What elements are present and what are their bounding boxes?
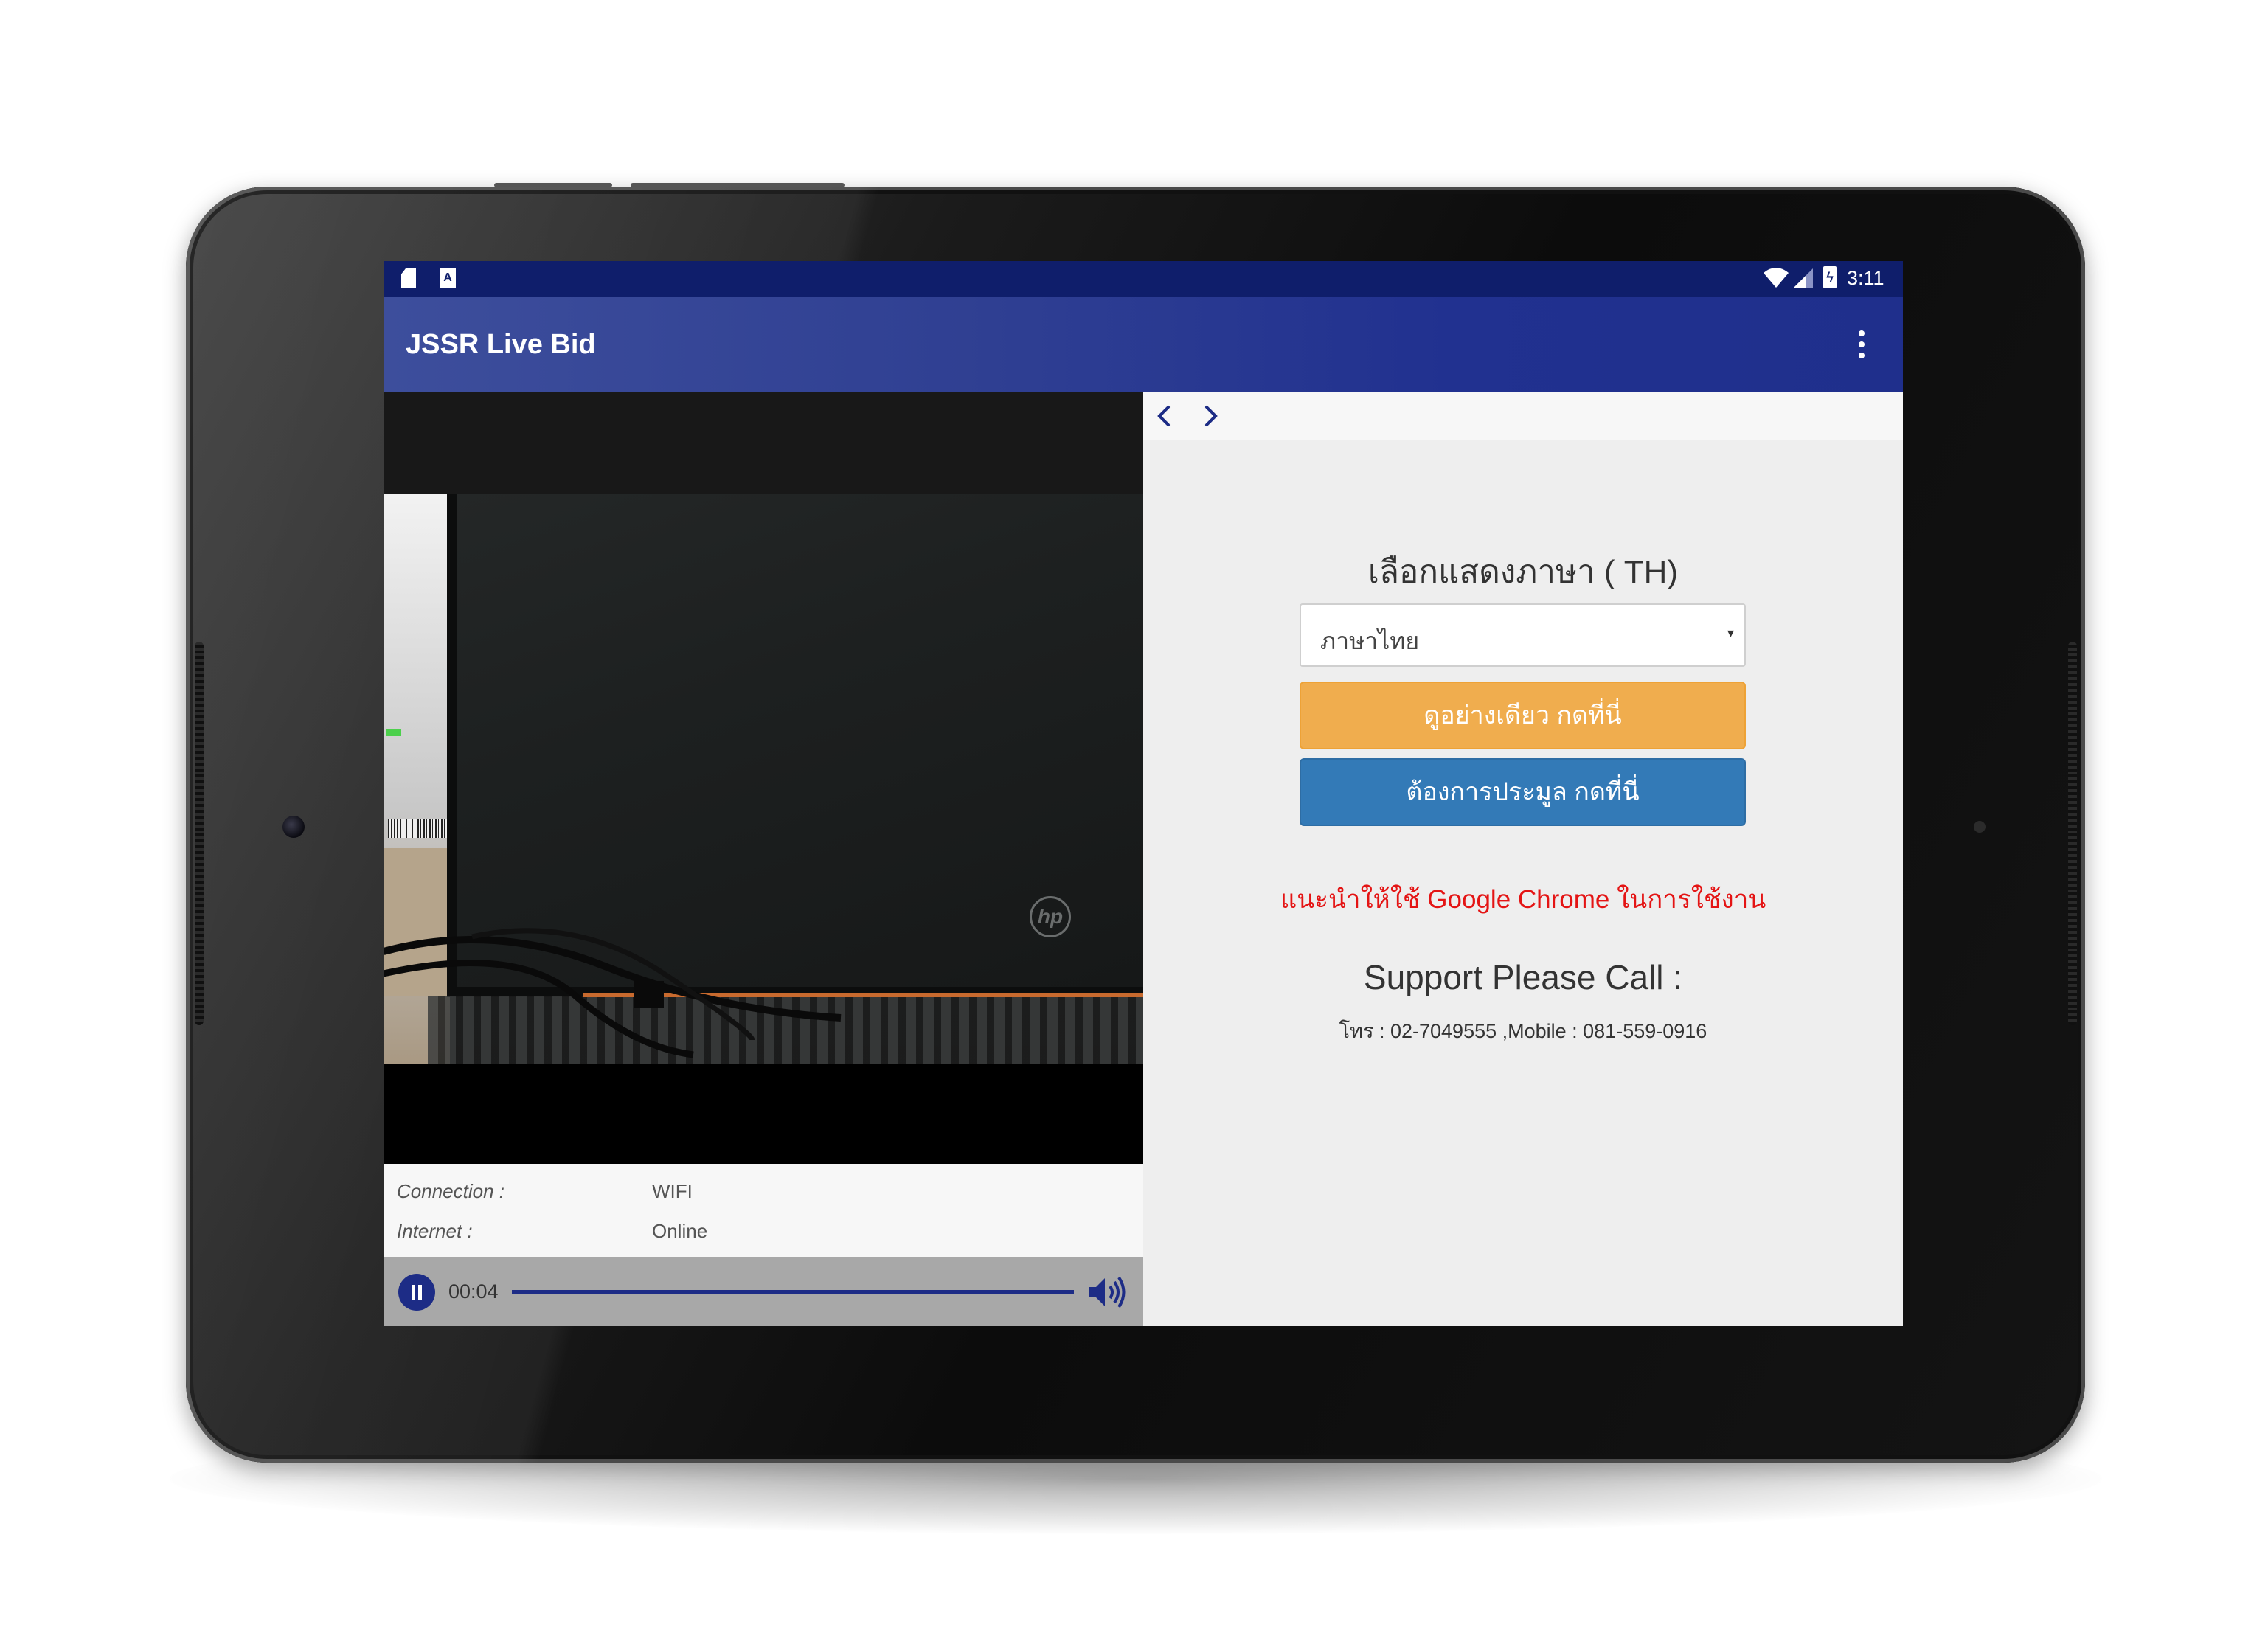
video-panel: hp [384,392,1143,1164]
video-scene-led [386,729,401,736]
light-sensor [1974,821,1986,833]
chevron-left-icon[interactable] [1152,403,1177,429]
support-heading: Support Please Call : [1363,958,1683,996]
speaker-grille-left [195,642,204,1025]
language-select-value: ภาษาไทย [1320,628,1420,654]
internet-label: Internet : [397,1220,473,1242]
app-bar: JSSR Live Bid [384,297,1903,392]
connection-info-panel: Connection : WIFI Internet : Online [384,1164,1143,1257]
chevron-down-icon: ▾ [1727,625,1735,640]
status-clock: 3:11 [1847,267,1884,289]
elapsed-time: 00:04 [448,1280,499,1303]
video-letterbox-top [384,392,1143,494]
connection-value: WIFI [652,1180,693,1202]
browser-recommendation-notice: แนะนำให้ใช้ Google Chrome ในการใช้งาน [1280,885,1766,914]
wifi-icon [1764,268,1789,288]
live-video-feed[interactable]: hp [384,494,1143,1064]
cell-signal-icon [1794,268,1813,288]
power-hardware-button [631,183,845,187]
sd-card-icon [401,268,416,288]
connection-label: Connection : [397,1180,504,1202]
app-title: JSSR Live Bid [406,329,596,360]
pause-icon [412,1285,415,1300]
chevron-right-icon[interactable] [1198,403,1223,429]
volume-icon[interactable] [1086,1275,1127,1310]
video-scene-barcode [388,819,453,838]
web-content-panel: เลือกแสดงภาษา ( TH) ภาษาไทย ▾ ดูอย่างเดี… [1143,392,1903,1326]
language-heading: เลือกแสดงภาษา ( TH) [1367,554,1679,590]
web-navigation-bar [1143,392,1903,440]
video-letterbox-bottom [384,1064,1143,1164]
pause-button[interactable] [398,1274,435,1311]
support-phone-numbers: โทร : 02-7049555 ,Mobile : 081-559-0916 [1339,1020,1707,1042]
bid-button[interactable]: ต้องการประมูล กดที่นี่ [1300,758,1746,826]
internet-value: Online [652,1220,708,1242]
video-scene-cables [384,928,842,1058]
front-camera [282,816,305,838]
volume-hardware-button [494,183,612,187]
status-bar: A ϟ 3:11 [384,261,1903,297]
overflow-menu-icon[interactable] [1847,326,1876,363]
a-notification-icon: A [440,268,456,288]
language-select[interactable]: ภาษาไทย ▾ [1300,603,1746,667]
battery-charging-icon: ϟ [1823,266,1837,288]
speaker-grille-right [2068,642,2077,1025]
view-only-button[interactable]: ดูอย่างเดียว กดที่นี่ [1300,682,1746,749]
device-screen: A ϟ 3:11 JSSR Live Bid hp Connection: W… [384,261,1903,1326]
audio-player-bar: 00:04 [384,1257,1143,1326]
playback-progress-slider[interactable] [512,1290,1074,1294]
